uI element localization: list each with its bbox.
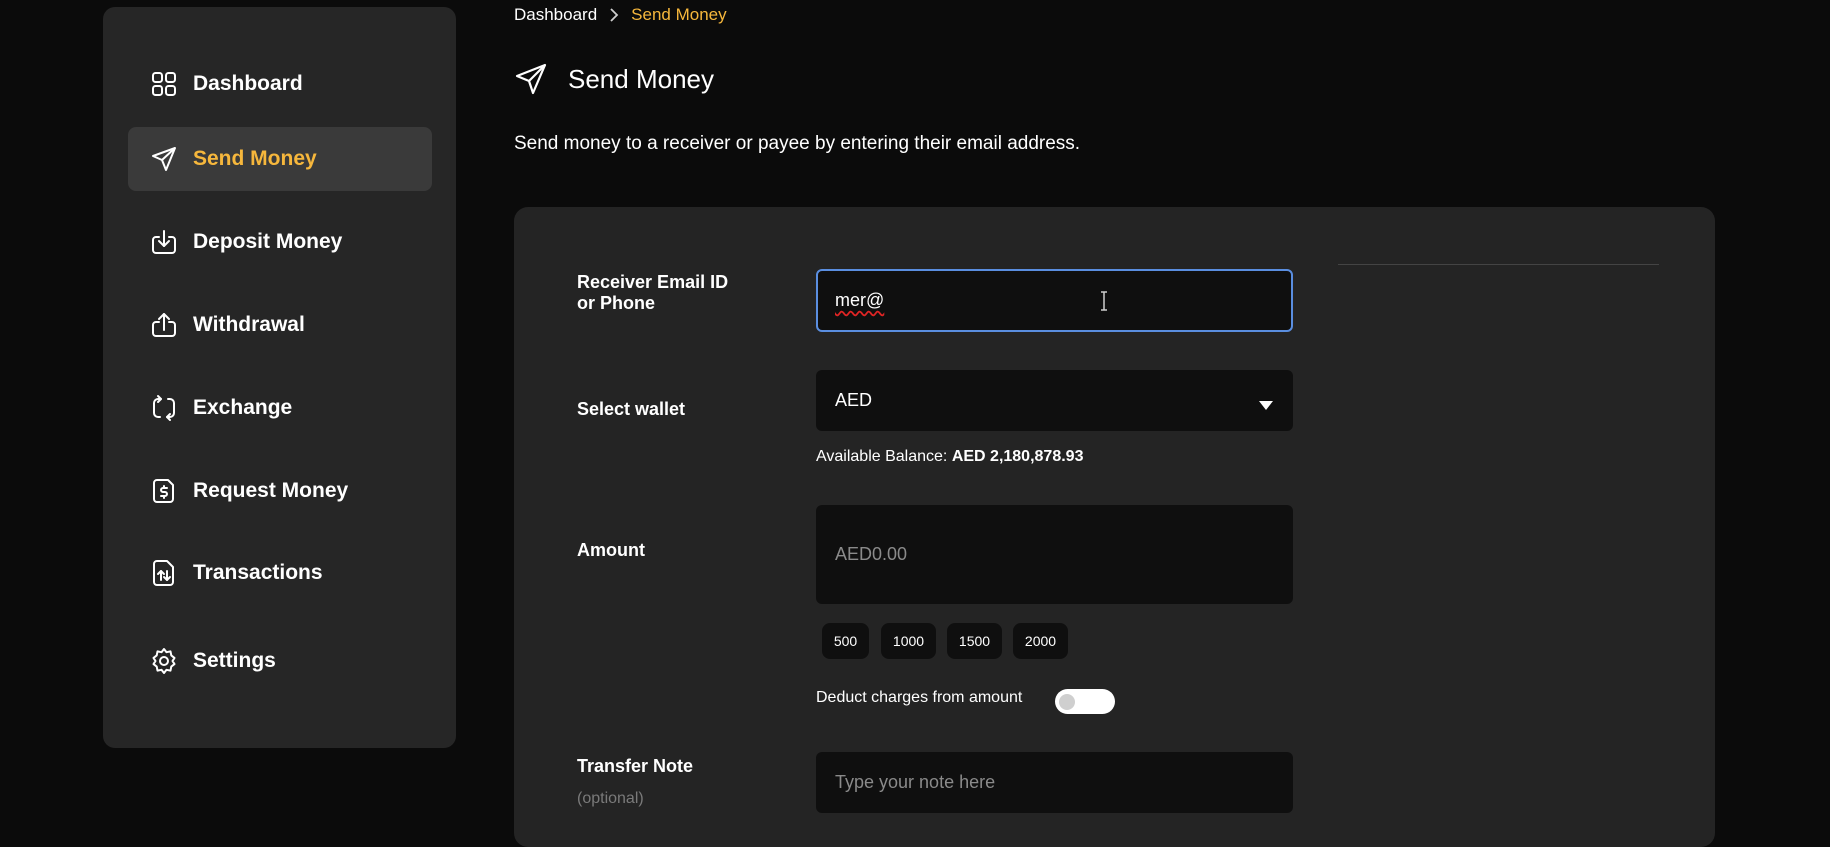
sidebar-item-label: Deposit Money bbox=[193, 230, 343, 253]
balance-value: AED 2,180,878.93 bbox=[951, 448, 1084, 465]
gear-icon bbox=[150, 647, 178, 675]
receiver-label-line2: or Phone bbox=[577, 293, 656, 313]
page-header: Send Money bbox=[514, 58, 714, 100]
sidebar-item-label: Exchange bbox=[193, 396, 293, 419]
send-icon bbox=[150, 145, 178, 173]
sidebar-item-deposit-money[interactable]: Deposit Money bbox=[128, 210, 432, 274]
amount-placeholder: AED0.00 bbox=[835, 544, 908, 564]
quick-amount-1000[interactable]: 1000 bbox=[881, 623, 936, 659]
sidebar-item-dashboard[interactable]: Dashboard bbox=[128, 52, 432, 116]
transfer-note-input[interactable]: Type your note here bbox=[816, 752, 1293, 813]
caret-down-icon bbox=[1258, 395, 1274, 410]
quick-amount-500[interactable]: 500 bbox=[822, 623, 869, 659]
wallet-label: Select wallet bbox=[577, 399, 686, 419]
deduct-charges-toggle[interactable] bbox=[1055, 689, 1115, 714]
sidebar-item-withdrawal[interactable]: Withdrawal bbox=[128, 293, 432, 357]
chevron-right-icon bbox=[607, 7, 621, 23]
receiver-label-line1: Receiver Email ID bbox=[577, 272, 729, 292]
receiver-email-value: mer@ bbox=[835, 290, 885, 310]
download-icon bbox=[150, 228, 178, 256]
text-cursor-icon bbox=[1099, 290, 1109, 311]
transfer-note-label: Transfer Note bbox=[577, 756, 694, 776]
sidebar-item-transactions[interactable]: Transactions bbox=[128, 541, 432, 605]
deduct-charges-label: Deduct charges from amount bbox=[816, 689, 1023, 706]
toggle-knob bbox=[1059, 694, 1075, 710]
sidebar-item-send-money[interactable]: Send Money bbox=[128, 127, 432, 191]
receiver-email-input[interactable]: mer@ bbox=[816, 269, 1293, 332]
wallet-select[interactable]: AED bbox=[816, 370, 1293, 431]
sidebar: Dashboard Send Money Deposit Money Withd… bbox=[103, 7, 456, 748]
available-balance: Available Balance: AED 2,180,878.93 bbox=[816, 448, 1083, 466]
sidebar-item-label: Transactions bbox=[193, 561, 323, 584]
sidebar-item-exchange[interactable]: Exchange bbox=[128, 376, 432, 440]
quick-amount-2000[interactable]: 2000 bbox=[1013, 623, 1068, 659]
amount-input[interactable]: AED0.00 bbox=[816, 505, 1293, 604]
transactions-icon bbox=[150, 559, 178, 587]
sidebar-item-settings[interactable]: Settings bbox=[128, 629, 432, 693]
page-description: Send money to a receiver or payee by ent… bbox=[514, 133, 1081, 154]
send-icon bbox=[514, 62, 548, 96]
balance-prefix: Available Balance: bbox=[816, 448, 948, 465]
exchange-icon bbox=[150, 394, 178, 422]
breadcrumb: Dashboard Send Money bbox=[514, 4, 727, 26]
breadcrumb-link-dashboard[interactable]: Dashboard bbox=[514, 5, 597, 25]
sidebar-item-label: Send Money bbox=[193, 147, 317, 170]
wallet-selected-value: AED bbox=[835, 390, 873, 410]
transfer-note-optional: (optional) bbox=[577, 790, 644, 807]
upload-icon bbox=[150, 311, 178, 339]
request-money-icon bbox=[150, 477, 178, 505]
quick-amount-1500[interactable]: 1500 bbox=[947, 623, 1002, 659]
sidebar-item-label: Settings bbox=[193, 649, 276, 672]
grid-icon bbox=[150, 70, 178, 98]
divider bbox=[1338, 264, 1659, 265]
sidebar-item-label: Request Money bbox=[193, 479, 349, 502]
breadcrumb-current: Send Money bbox=[631, 5, 727, 24]
page-title: Send Money bbox=[568, 63, 714, 94]
sidebar-item-request-money[interactable]: Request Money bbox=[128, 459, 432, 523]
transfer-note-placeholder: Type your note here bbox=[835, 772, 996, 792]
receiver-label: Receiver Email ID or Phone bbox=[577, 272, 728, 314]
sidebar-item-label: Dashboard bbox=[193, 72, 303, 95]
sidebar-item-label: Withdrawal bbox=[193, 313, 305, 336]
amount-label: Amount bbox=[577, 540, 645, 560]
